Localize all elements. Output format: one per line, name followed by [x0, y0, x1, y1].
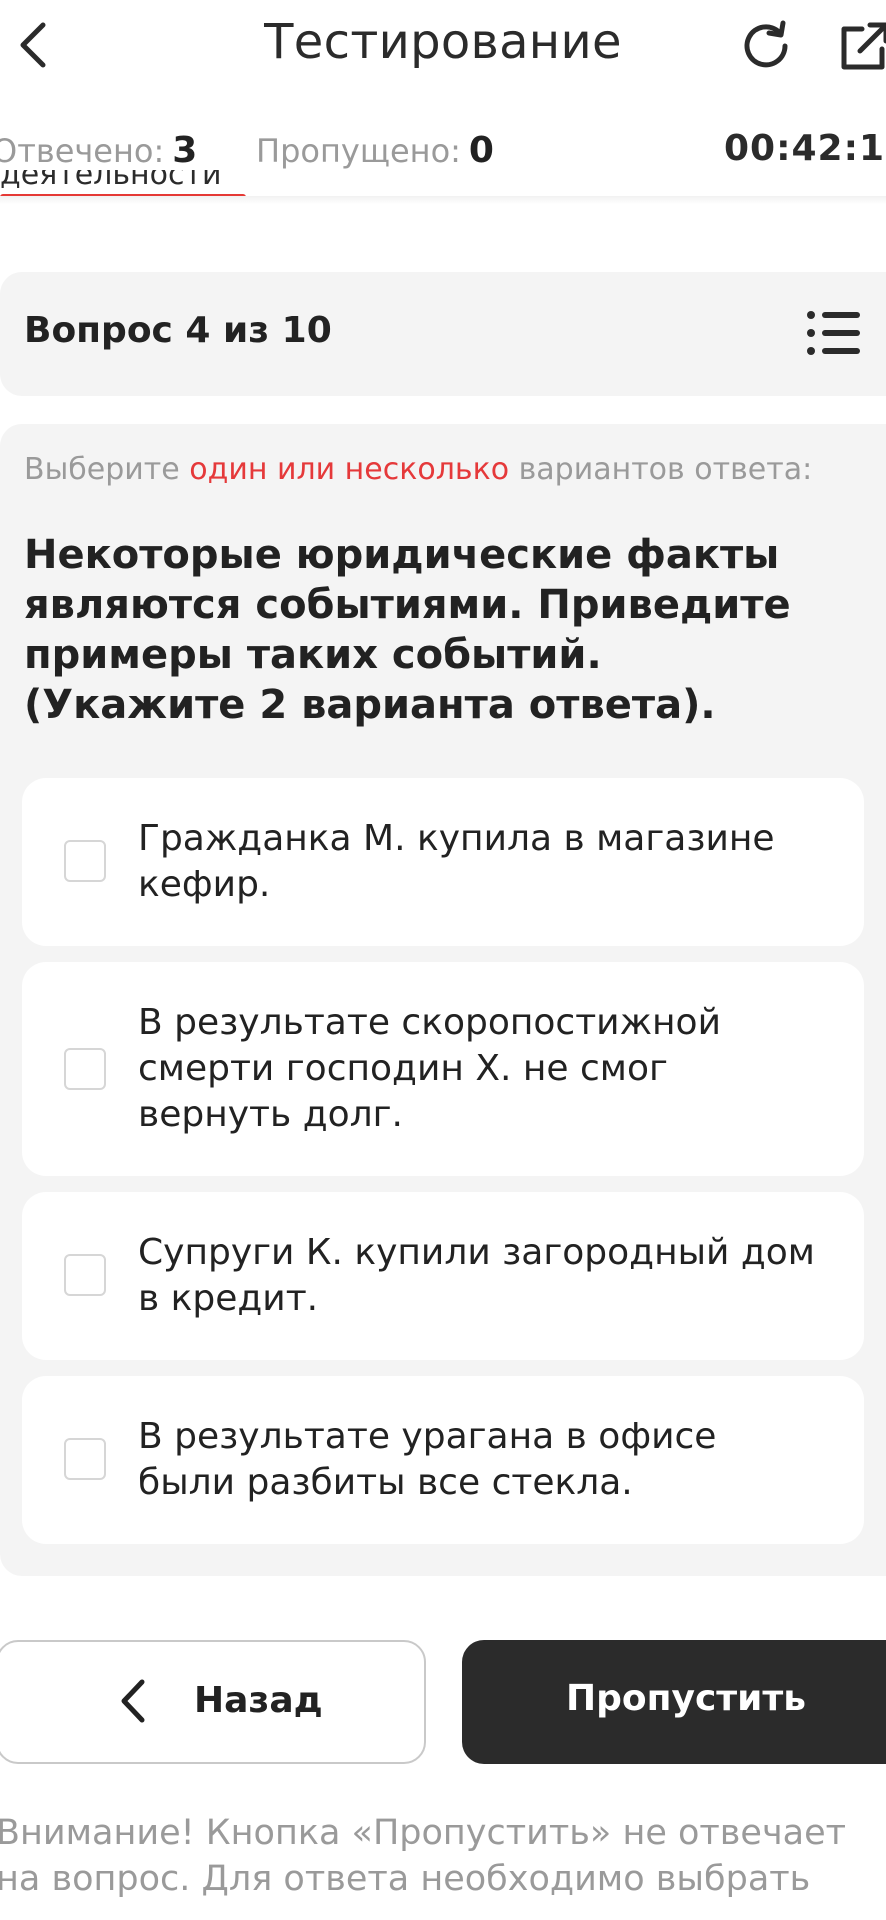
skipped-counter: Пропущено: 0	[256, 130, 494, 171]
question-header: Вопрос 4 из 10	[0, 272, 886, 396]
answer-option[interactable]: Супруги К. купили загородный дом в креди…	[22, 1192, 864, 1360]
answer-option[interactable]: В результате скоропостижной смерти госпо…	[22, 962, 864, 1176]
timer: 00:42:10	[724, 128, 886, 169]
chevron-left-icon	[121, 1679, 145, 1723]
option-text: Супруги К. купили загородный дом в креди…	[138, 1232, 815, 1319]
answered-label: Отвечено:	[0, 132, 165, 170]
instruction-accent: один или несколько	[189, 452, 510, 487]
divider	[0, 196, 886, 204]
open-external-button[interactable]	[838, 14, 886, 78]
option-checkbox[interactable]	[64, 1438, 106, 1480]
list-icon	[807, 311, 860, 355]
question-number: Вопрос 4 из 10	[24, 310, 332, 351]
answered-count: 3	[172, 130, 198, 171]
test-screen: Тестирование Отвечено: 3 Пропущено: 0 00:4…	[0, 0, 886, 1920]
skipped-label: Пропущено:	[256, 132, 461, 170]
back-button[interactable]: Назад	[0, 1640, 426, 1764]
top-bar: Тестирование	[0, 0, 886, 100]
external-link-icon	[841, 22, 886, 70]
question-card: Выберите один или несколько вариантов от…	[0, 424, 886, 1576]
reload-button[interactable]	[734, 14, 798, 78]
answered-counter: Отвечено: 3	[0, 130, 197, 171]
question-list-button[interactable]	[806, 308, 862, 358]
skipped-count: 0	[468, 130, 494, 171]
skip-button-label: Пропустить	[566, 1678, 807, 1719]
answer-instruction: Выберите один или несколько вариантов от…	[24, 452, 813, 487]
skip-warning: Внимание! Кнопка «Пропустить» не отвечае…	[0, 1813, 846, 1899]
option-text: В результате урагана в офисе были разбит…	[138, 1416, 717, 1503]
skip-button[interactable]: Пропустить	[462, 1640, 886, 1764]
answer-option[interactable]: В результате урагана в офисе были разбит…	[22, 1376, 864, 1544]
option-checkbox[interactable]	[64, 840, 106, 882]
refresh-icon	[744, 20, 788, 68]
question-text: Некоторые юридические факты являются соб…	[24, 532, 791, 728]
clipped-heading-text: деятельности	[0, 170, 222, 192]
option-checkbox[interactable]	[64, 1048, 106, 1090]
back-button-label: Назад	[194, 1680, 323, 1721]
option-text: Гражданка М. купила в магазине кефир.	[138, 818, 775, 905]
option-text: В результате скоропостижной смерти госпо…	[138, 1002, 721, 1135]
answer-option[interactable]: Гражданка М. купила в магазине кефир.	[22, 778, 864, 946]
option-checkbox[interactable]	[64, 1254, 106, 1296]
